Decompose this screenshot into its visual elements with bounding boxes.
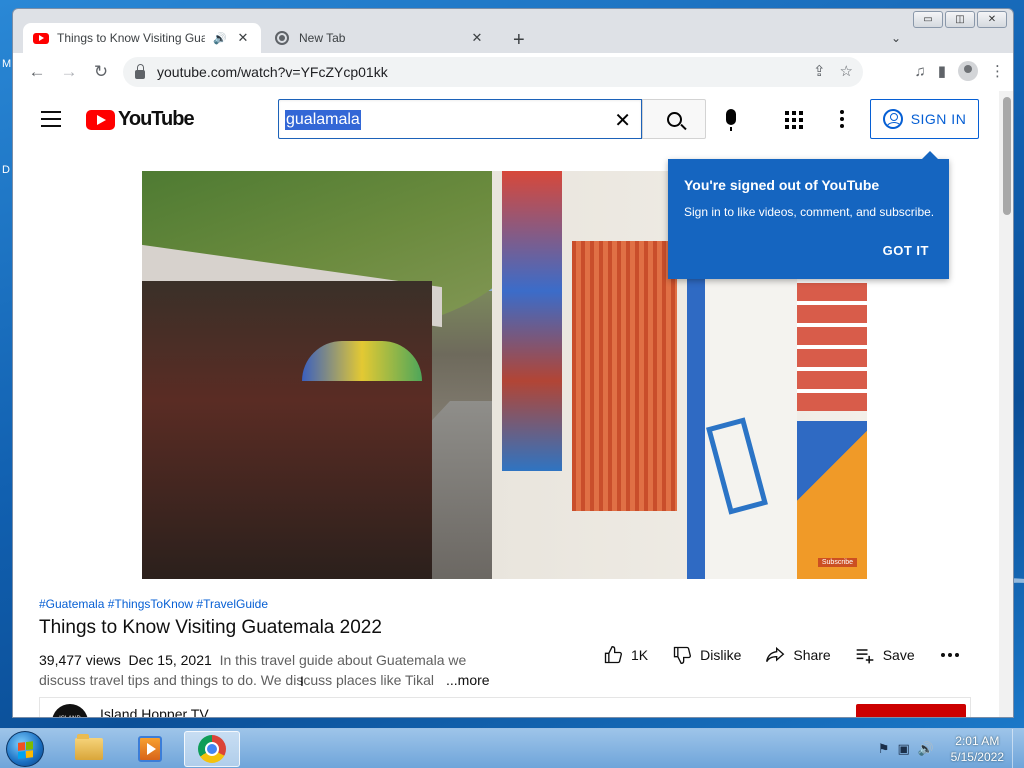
page-scrollbar[interactable] (999, 91, 1013, 717)
more-actions-icon[interactable] (940, 653, 959, 657)
save-button[interactable]: Save (855, 645, 915, 665)
video-frame-umbrella (302, 341, 422, 381)
clock[interactable]: 2:01 AM 5/15/2022 (951, 733, 1004, 765)
subscribe-button[interactable]: SUBSCRIBE (856, 704, 966, 717)
start-button[interactable] (6, 731, 44, 767)
video-description[interactable]: 39,477 views Dec 15, 2021 In this travel… (39, 650, 499, 690)
tab-search-chevron-icon[interactable]: ⌄ (891, 31, 901, 45)
sign-in-button[interactable]: SIGN IN (870, 99, 979, 139)
youtube-play-logo-icon (86, 109, 115, 130)
tab-close-icon[interactable]: ✕ (469, 30, 485, 46)
video-title: Things to Know Visiting Guatemala 2022 (39, 617, 382, 638)
channel-row: ISLAND HOPPER Island Hopper TV SUBSCRIBE (39, 697, 971, 717)
thumbs-down-icon (673, 646, 692, 665)
tab-audio-icon[interactable]: 🔊 (213, 32, 227, 45)
folder-icon (75, 734, 103, 760)
save-label: Save (882, 647, 915, 663)
show-desktop-button[interactable] (1012, 729, 1024, 768)
clock-date: 5/15/2022 (950, 750, 1004, 764)
subscribe-watermark[interactable]: Subscribe (817, 558, 857, 567)
video-frame-painted-wall (502, 171, 562, 471)
share-label: Share (793, 647, 831, 663)
video-hashtags[interactable]: #Guatemala #ThingsToKnow #TravelGuide (39, 597, 268, 611)
video-actions: 1K Dislike Share Save (603, 645, 959, 665)
back-arrow-icon[interactable]: ← (21, 62, 53, 82)
tab-title: Things to Know Visiting Guat (57, 31, 206, 45)
scrollbar-thumb[interactable] (1003, 97, 1011, 215)
hamburger-menu-icon[interactable] (41, 111, 61, 132)
clock-time: 2:01 AM (955, 734, 1000, 748)
dislike-label: Dislike (700, 647, 742, 663)
desktop-icon-label[interactable]: M (2, 58, 11, 70)
apps-grid-icon[interactable] (785, 111, 803, 129)
taskbar-explorer[interactable] (61, 731, 117, 767)
more-link[interactable]: ...more (442, 670, 490, 690)
reload-icon[interactable]: ↻ (85, 62, 117, 82)
page-viewport: YouTube gualamala ✕ SIGN IN Subscribe Yo… (13, 91, 1013, 717)
youtube-header: YouTube gualamala ✕ SIGN IN (13, 91, 999, 147)
youtube-logo[interactable]: YouTube (86, 108, 195, 131)
browser-toolbar: ← → ↻ youtube.com/watch?v=YFcZYcp01kk ⇪ … (13, 53, 1013, 91)
playlist-add-icon (856, 649, 874, 664)
sign-in-label: SIGN IN (910, 111, 967, 127)
video-frame-market-stall (142, 281, 432, 579)
channel-name[interactable]: Island Hopper TV (100, 706, 209, 717)
profile-avatar-icon[interactable] (958, 61, 978, 81)
tab-youtube[interactable]: Things to Know Visiting Guat 🔊 ✕ (23, 23, 261, 53)
search-button[interactable] (642, 99, 706, 139)
forward-arrow-icon[interactable]: → (53, 62, 85, 82)
got-it-button[interactable]: GOT IT (883, 243, 929, 258)
desktop-icon-label[interactable]: D (2, 164, 10, 176)
address-bar[interactable]: youtube.com/watch?v=YFcZYcp01kk ⇪ ☆ (123, 57, 863, 87)
search-query-text[interactable]: gualamala (285, 110, 361, 130)
upload-date: Dec 15, 2021 (128, 652, 212, 668)
settings-more-icon[interactable] (840, 110, 844, 128)
system-tray: ⚑ ▣ 🔊 (878, 741, 934, 757)
search-icon (666, 111, 682, 127)
signed-out-callout: You're signed out of YouTube Sign in to … (668, 151, 949, 279)
taskbar: ⚑ ▣ 🔊 2:01 AM 5/15/2022 (0, 728, 1024, 768)
volume-icon[interactable]: 🔊 (918, 741, 934, 757)
action-center-flag-icon[interactable]: ⚑ (878, 741, 890, 757)
taskbar-chrome[interactable] (184, 731, 240, 767)
media-player-icon (138, 736, 162, 762)
thumbs-up-icon (604, 645, 623, 664)
youtube-favicon-icon (33, 32, 49, 44)
tab-strip: Things to Know Visiting Guat 🔊 ✕ New Tab… (13, 17, 1013, 53)
channel-avatar[interactable]: ISLAND HOPPER (52, 704, 88, 717)
taskbar-media-player[interactable] (122, 731, 178, 767)
tab-new-tab[interactable]: New Tab ✕ (265, 23, 495, 53)
text-cursor-icon: I (300, 673, 304, 689)
like-count: 1K (631, 647, 649, 663)
search-clear-icon[interactable]: ✕ (614, 108, 631, 133)
tab-title: New Tab (299, 31, 346, 45)
browser-window: ▭ ◫ ✕ Things to Know Visiting Guat 🔊 ✕ N… (12, 8, 1014, 718)
dislike-button[interactable]: Dislike (672, 645, 741, 665)
tab-close-icon[interactable]: ✕ (235, 30, 251, 46)
video-frame-fence (572, 241, 677, 511)
chrome-menu-icon[interactable]: ⋮ (990, 62, 1005, 80)
callout-title: You're signed out of YouTube (684, 177, 880, 193)
windows-logo-icon (18, 741, 34, 759)
share-icon[interactable]: ⇪ (813, 62, 826, 80)
share-button[interactable]: Share (765, 645, 831, 665)
network-icon[interactable]: ▣ (898, 741, 910, 757)
share-arrow-icon (766, 646, 785, 663)
youtube-logo-text: YouTube (118, 108, 195, 130)
media-control-icon[interactable]: ♫ (914, 63, 925, 80)
video-frame-orange-panel (797, 421, 867, 579)
side-panel-icon[interactable]: ▮ (938, 62, 946, 80)
callout-body: Sign in to like videos, comment, and sub… (684, 205, 935, 219)
bookmark-star-icon[interactable]: ☆ (840, 62, 853, 80)
chrome-favicon-icon (275, 31, 289, 45)
chrome-icon (198, 735, 226, 763)
account-circle-icon (882, 109, 903, 129)
view-count: 39,477 views (39, 652, 121, 668)
like-button[interactable]: 1K (603, 645, 648, 665)
url-text[interactable]: youtube.com/watch?v=YFcZYcp01kk (157, 64, 388, 80)
microphone-icon[interactable] (726, 109, 736, 131)
new-tab-button[interactable]: + (513, 29, 525, 52)
search-input[interactable]: gualamala ✕ (278, 99, 642, 139)
lock-icon[interactable] (135, 63, 145, 79)
